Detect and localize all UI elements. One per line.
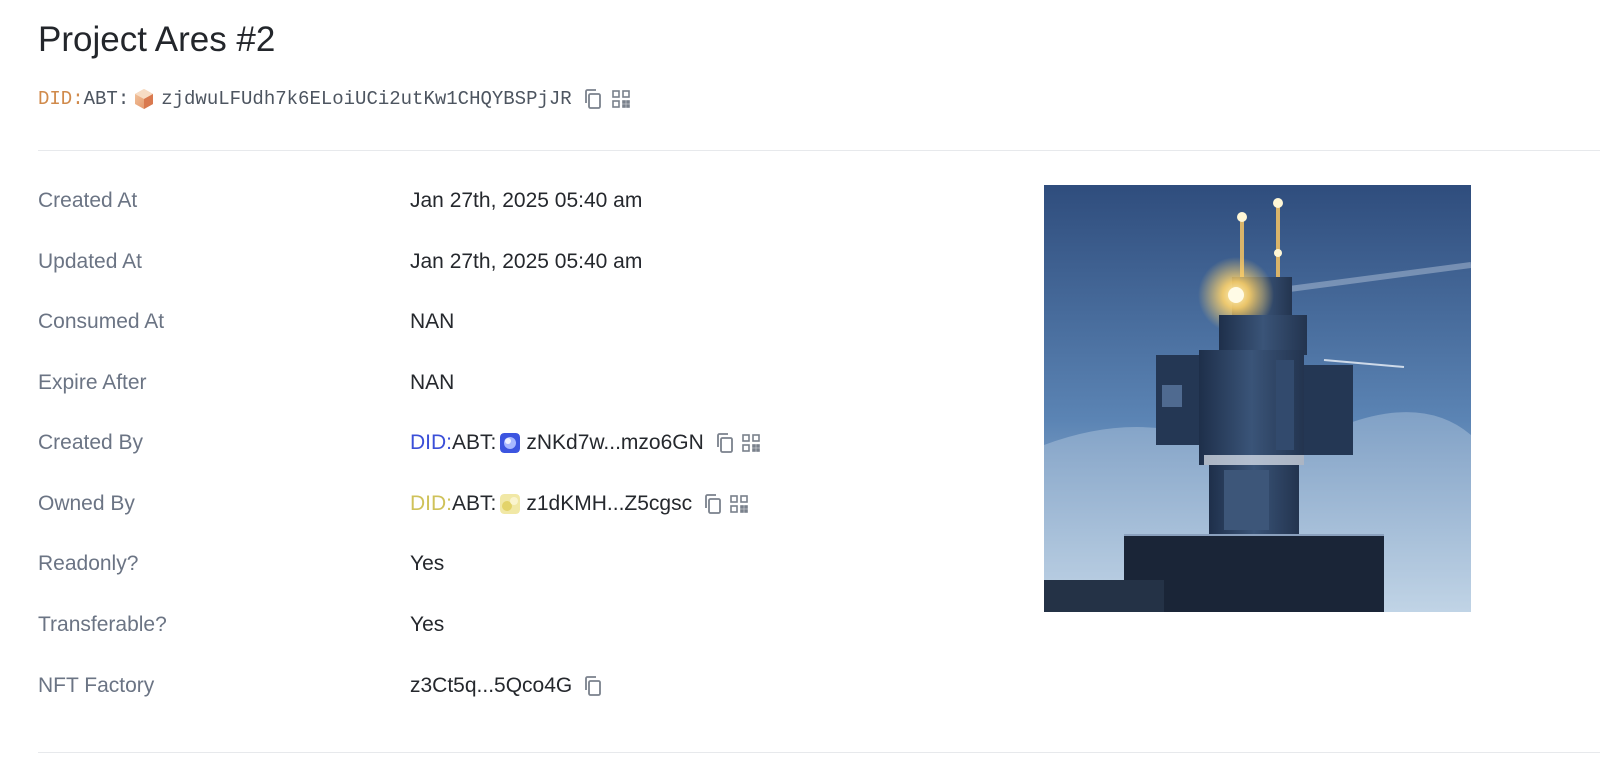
did-method: ABT: — [452, 492, 497, 515]
detail-value: Jan 27th, 2025 05:40 am — [410, 189, 643, 212]
detail-label: Owned By — [38, 492, 135, 515]
detail-label: Consumed At — [38, 310, 165, 333]
detail-label: Updated At — [38, 250, 142, 273]
detail-label: Expire After — [38, 371, 147, 394]
detail-value: NAN — [410, 310, 455, 333]
did-address[interactable]: zjdwuLFUdh7k6ELoiUCi2utKw1CHQYBSPjJR — [161, 88, 571, 110]
detail-value: Jan 27th, 2025 05:40 am — [410, 250, 643, 273]
nft-image — [1044, 185, 1471, 612]
nft-factory-value: z3Ct5q...5Qco4G — [410, 674, 604, 698]
detail-value: Yes — [410, 552, 445, 575]
qrcode-icon[interactable] — [610, 88, 632, 110]
copy-icon[interactable] — [714, 432, 736, 454]
did-prefix: DID — [410, 431, 447, 454]
copy-icon[interactable] — [582, 88, 604, 110]
detail-value: Yes — [410, 613, 445, 636]
qrcode-icon[interactable] — [728, 493, 750, 515]
copy-icon[interactable] — [702, 493, 724, 515]
detail-label: Readonly? — [38, 552, 139, 575]
asset-did: DID: ABT: zjdwuLFUdh7k6ELoiUCi2utKw1CHQY… — [38, 84, 632, 114]
copy-icon[interactable] — [582, 675, 604, 697]
nft-factory-address[interactable]: z3Ct5q...5Qco4G — [410, 674, 572, 698]
creator-address[interactable]: zNKd7w...mzo6GN — [526, 431, 703, 455]
did-prefix: DID — [410, 492, 447, 515]
creator-did: DID: ABT: zNKd7w...mzo6GN — [410, 431, 762, 455]
page-title: Project Ares #2 — [38, 20, 276, 59]
detail-value: NAN — [410, 371, 455, 394]
did-method: ABT: — [452, 431, 497, 454]
did-prefix: DID: — [38, 88, 84, 110]
detail-label: Created At — [38, 189, 138, 212]
detail-label: NFT Factory — [38, 674, 155, 697]
did-avatar-icon — [135, 89, 154, 109]
owner-did: DID: ABT: z1dKMH...Z5cgsc — [410, 492, 750, 516]
bottom-divider — [38, 752, 1600, 753]
qrcode-icon[interactable] — [740, 432, 762, 454]
owner-address[interactable]: z1dKMH...Z5cgsc — [526, 492, 692, 516]
detail-label: Transferable? — [38, 613, 167, 636]
detail-label: Created By — [38, 431, 144, 454]
top-divider — [38, 150, 1600, 151]
did-method: ABT: — [83, 88, 130, 110]
owner-avatar-icon — [500, 494, 521, 514]
creator-avatar-icon — [500, 433, 521, 453]
